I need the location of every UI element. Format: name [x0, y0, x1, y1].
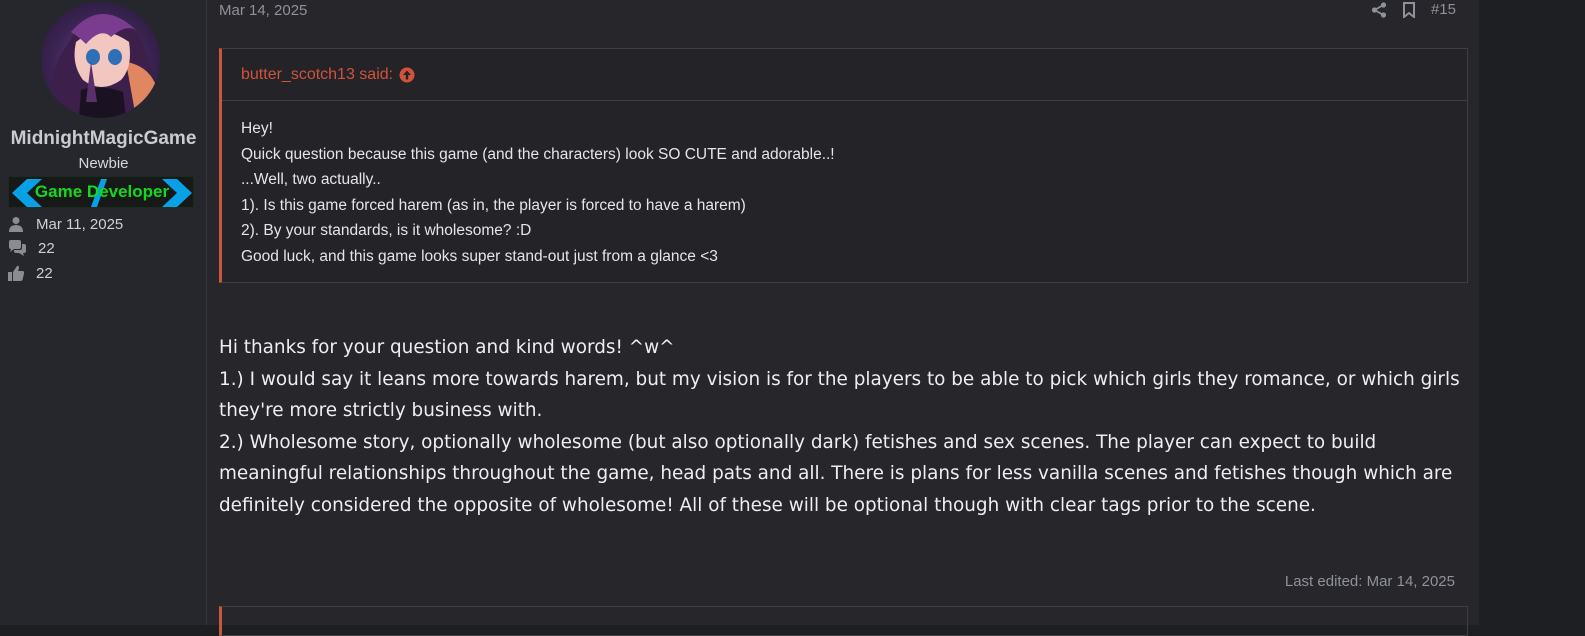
bookmark-button[interactable]: [1401, 1, 1417, 18]
post-number-link[interactable]: #15: [1431, 1, 1456, 18]
quote-line: 1). Is this game forced harem (as in, th…: [241, 196, 746, 214]
avatar[interactable]: [41, 2, 160, 118]
quote-content: Hey! Quick question because this game (a…: [222, 101, 1467, 269]
username[interactable]: MidnightMagicGame: [0, 128, 207, 150]
user-icon: [9, 217, 23, 232]
page-margin: [1479, 0, 1585, 625]
quote-header[interactable]: butter_scotch13 said:: [222, 49, 1467, 101]
joined-date: Mar 11, 2025: [36, 215, 124, 233]
reply-content: Hi thanks for your question and kind wor…: [219, 332, 1469, 521]
game-developer-banner: Game Developer: [8, 176, 194, 208]
reply-paragraph: 1.) I would say it leans more towards ha…: [219, 368, 1460, 422]
thumbs-up-icon: [8, 265, 24, 281]
quote-line: Quick question because this game (and th…: [241, 145, 835, 163]
reactions-count: 22: [36, 264, 53, 282]
messages-count: 22: [38, 239, 55, 257]
bookmark-icon: [1402, 1, 1415, 18]
messages-stat: 22: [8, 238, 55, 258]
share-button[interactable]: [1371, 1, 1387, 18]
last-edited: Last edited: Mar 14, 2025: [1284, 573, 1455, 590]
banner-label: Game Developer: [34, 182, 170, 201]
post-date[interactable]: Mar 14, 2025: [219, 2, 307, 19]
quote-line: ...Well, two actually..: [241, 171, 381, 188]
share-icon: [1371, 1, 1387, 18]
reply-paragraph: 2.) Wholesome story, optionally wholesom…: [219, 431, 1453, 516]
post-actions: #15: [1371, 1, 1456, 18]
user-rank: Newbie: [78, 155, 129, 172]
arrow-up-circle-icon[interactable]: [399, 67, 415, 83]
reply-paragraph: Hi thanks for your question and kind wor…: [219, 337, 675, 358]
quote-author[interactable]: butter_scotch13 said:: [241, 66, 393, 84]
quote-block: butter_scotch13 said: Hey! Quick questio…: [219, 48, 1468, 283]
next-quote-block: [219, 606, 1468, 636]
reactions-stat: 22: [8, 263, 53, 283]
comments-icon: [9, 240, 26, 256]
avatar-image: [50, 13, 160, 118]
joined-stat: Mar 11, 2025: [8, 214, 123, 234]
quote-line: 2). By your standards, is it wholesome? …: [241, 222, 532, 239]
quote-line: Hey!: [241, 120, 273, 137]
quote-line: Good luck, and this game looks super sta…: [241, 247, 718, 265]
user-sidebar: MidnightMagicGame Newbie Game Developer …: [0, 0, 207, 625]
